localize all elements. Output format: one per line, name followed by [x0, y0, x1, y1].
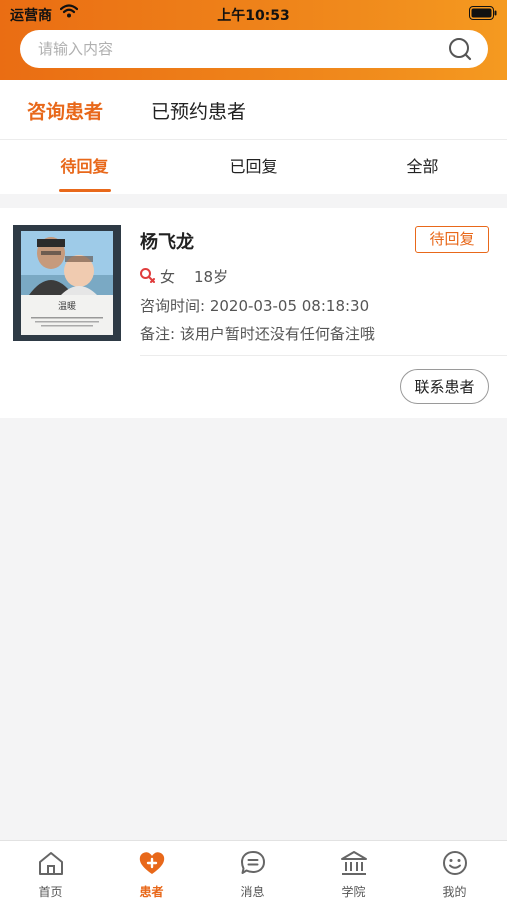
sub-tab-bar: 待回复 已回复 全部: [0, 140, 507, 194]
avatar: 温暖: [13, 225, 121, 341]
status-badge: 待回复: [415, 226, 489, 253]
avatar-caption-card: 温暖: [21, 295, 113, 335]
search-icon[interactable]: [448, 37, 472, 61]
consult-time: 咨询时间: 2020-03-05 08:18:30: [140, 297, 370, 315]
sub-tab-label: 已回复: [229, 157, 278, 176]
sub-tab-label: 全部: [406, 157, 439, 176]
nav-label: 首页: [38, 885, 63, 899]
status-bar: 运营商 上午10:53: [0, 0, 507, 28]
home-icon: [39, 852, 63, 875]
avatar-caption: 温暖: [57, 302, 76, 312]
nav-profile[interactable]: 我的: [404, 841, 505, 900]
patient-age: 18岁: [194, 268, 229, 286]
sub-tab-label: 待回复: [60, 157, 109, 176]
search-input[interactable]: [38, 30, 438, 68]
search-bar[interactable]: [20, 30, 488, 68]
contact-patient-button[interactable]: 联系患者: [400, 369, 489, 404]
tab-booked-patients[interactable]: 已预约患者: [151, 97, 246, 124]
active-tab-indicator: [59, 189, 111, 192]
message-icon: [241, 851, 265, 874]
tab-consult-patients[interactable]: 咨询患者: [27, 97, 103, 124]
status-time: 上午10:53: [217, 8, 290, 24]
bottom-nav: 首页 患者 消息 学院 我的: [0, 840, 507, 900]
sub-tab-replied[interactable]: 已回复: [169, 140, 338, 194]
female-icon: [140, 268, 155, 283]
smile-icon: [443, 851, 467, 875]
academy-icon: [341, 851, 367, 875]
nav-label: 我的: [442, 885, 467, 899]
sub-tab-all[interactable]: 全部: [338, 140, 507, 194]
battery-icon: [469, 6, 497, 20]
header: 运营商 上午10:53: [0, 0, 507, 80]
patient-remark: 备注: 该用户暂时还没有任何备注哦: [140, 325, 375, 343]
nav-academy[interactable]: 学院: [303, 841, 404, 900]
patient-name: 杨飞龙: [140, 232, 194, 253]
nav-patients[interactable]: 患者: [101, 841, 202, 900]
nav-label: 消息: [240, 885, 265, 899]
nav-home[interactable]: 首页: [0, 841, 101, 900]
nav-label: 学院: [341, 885, 366, 899]
patient-card[interactable]: 温暖 杨飞龙 待回复 女 18岁 咨询时间: 2020-03-05 08:18:…: [0, 208, 507, 418]
sub-tab-pending[interactable]: 待回复: [0, 140, 169, 194]
divider: [140, 355, 507, 356]
avatar-text-lines: [31, 317, 103, 327]
top-tab-bar: 咨询患者 已预约患者: [0, 80, 507, 140]
avatar-photo: [21, 231, 113, 295]
patient-gender: 女: [160, 268, 176, 286]
nav-label: 患者: [139, 885, 164, 899]
nav-messages[interactable]: 消息: [202, 841, 303, 900]
heart-plus-icon: [139, 852, 165, 874]
